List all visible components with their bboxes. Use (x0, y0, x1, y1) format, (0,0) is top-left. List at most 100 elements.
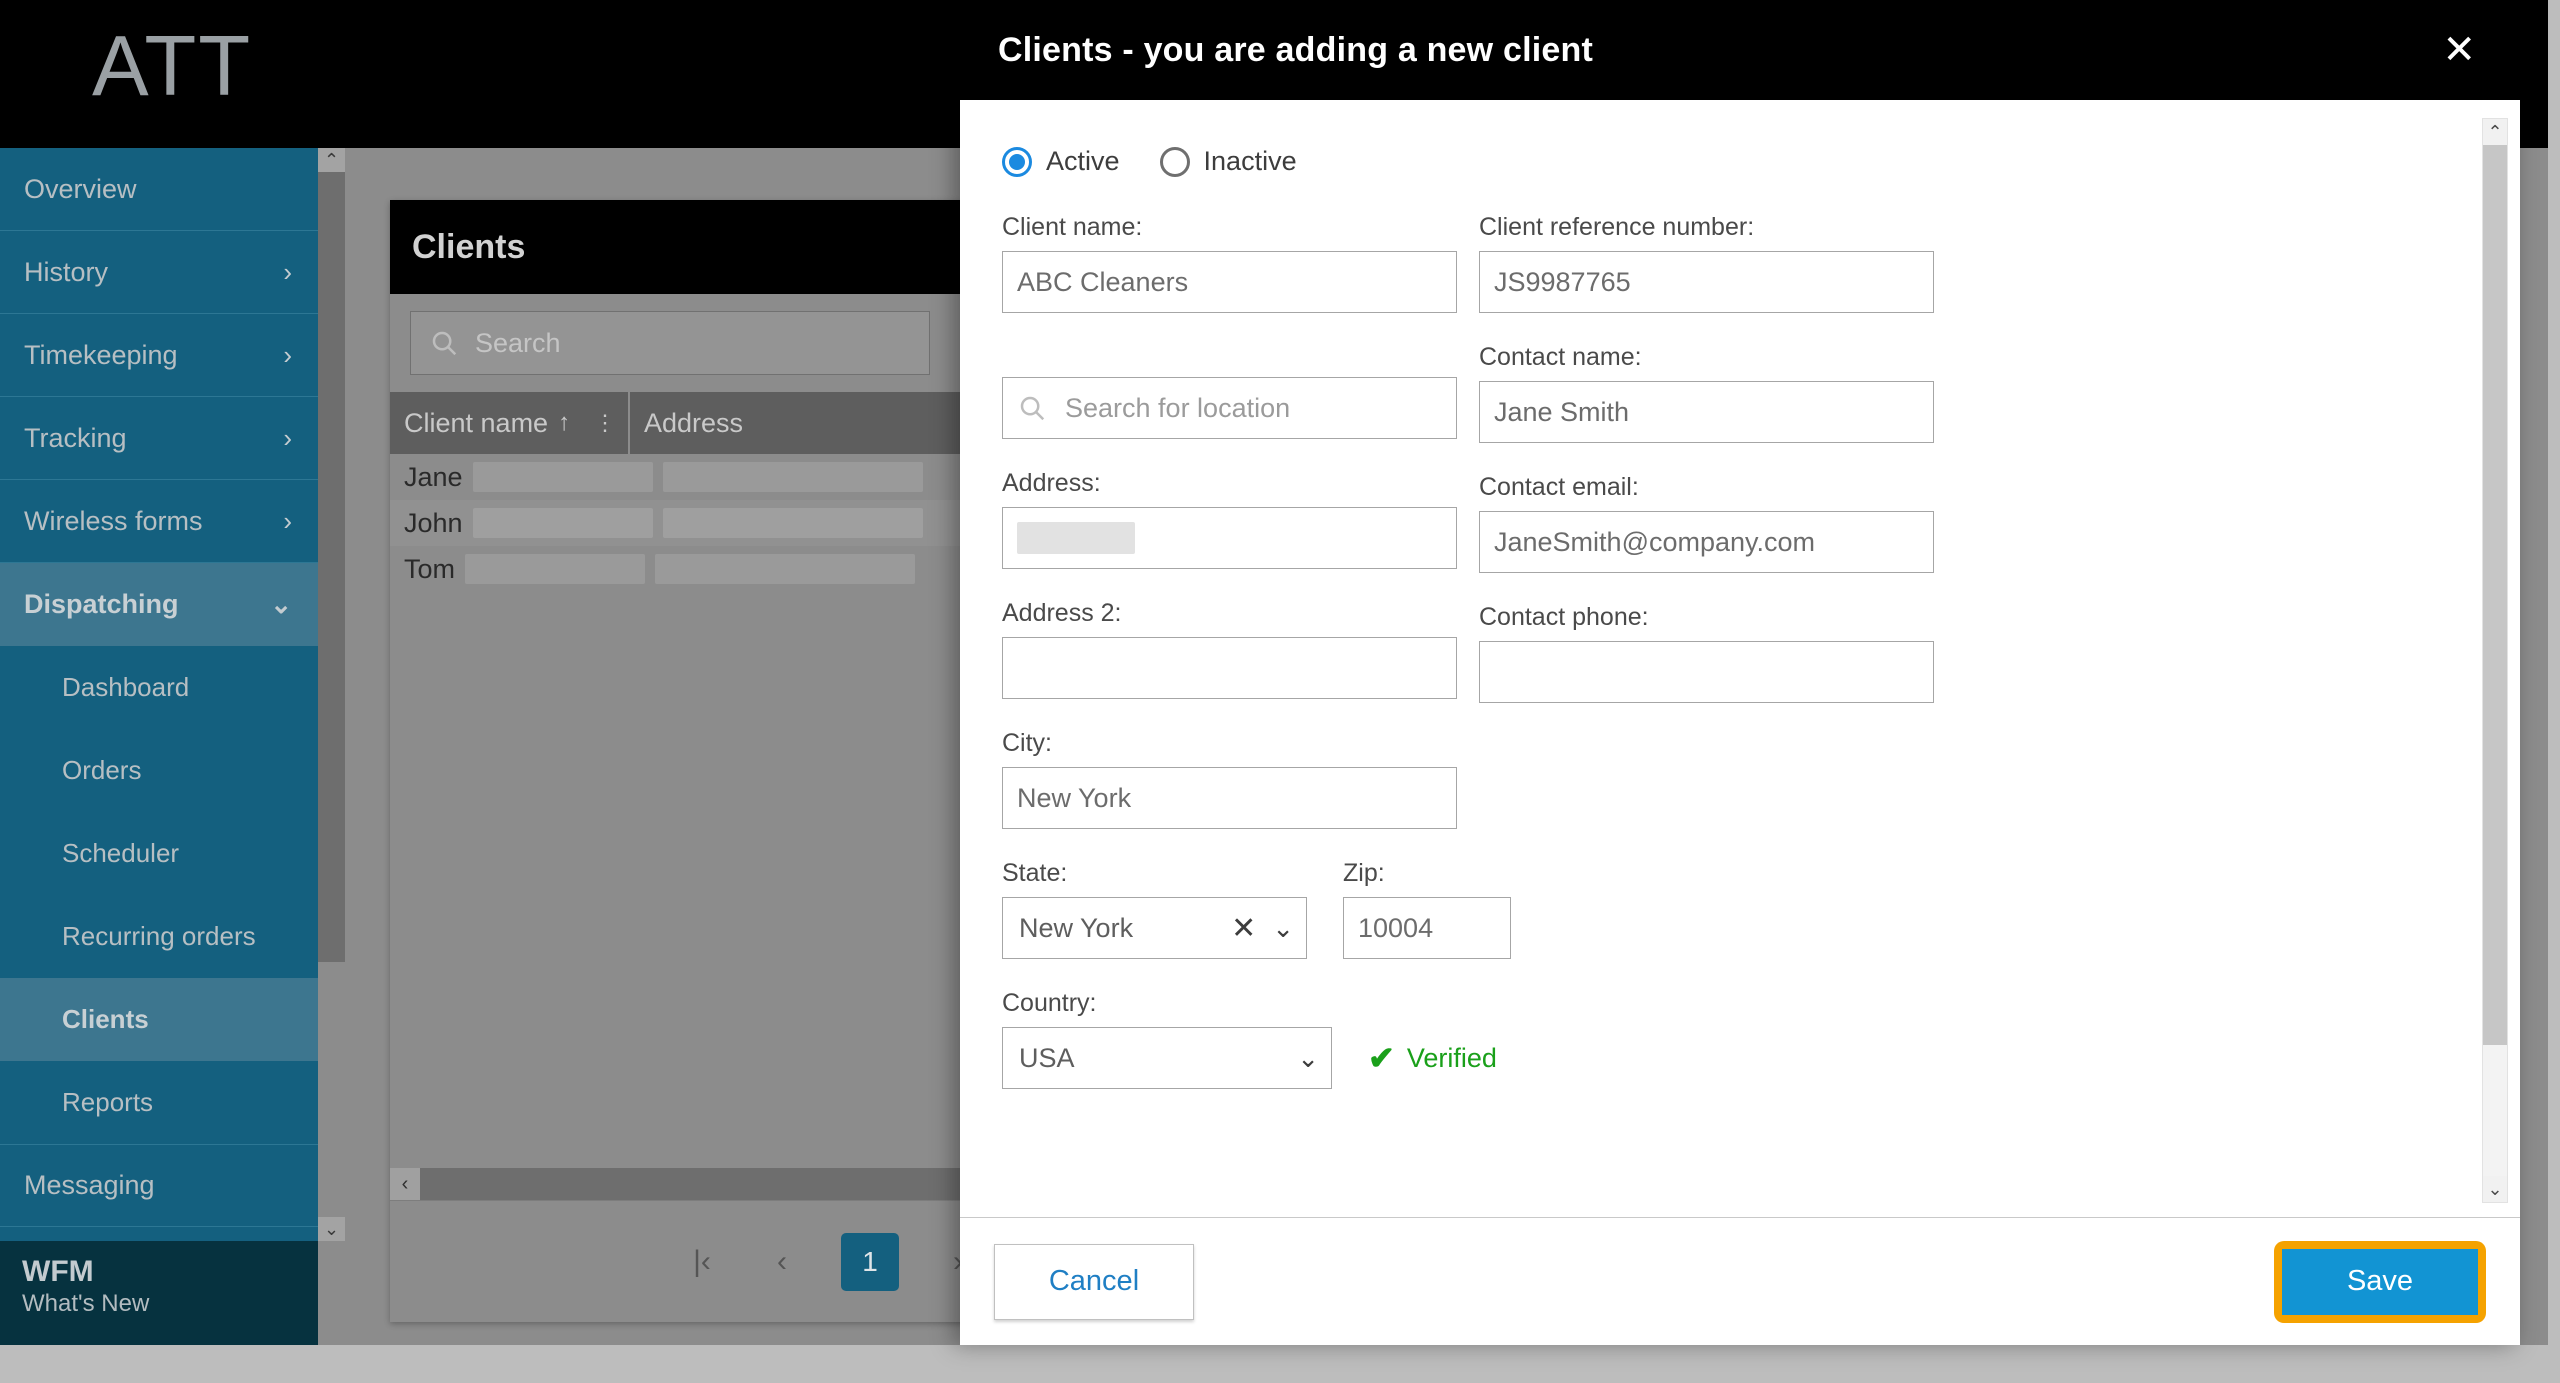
city-value: New York (1017, 782, 1132, 813)
sidebar-item-reports[interactable]: Reports (0, 1061, 318, 1144)
label-address2: Address 2: (1002, 599, 1122, 627)
contact-name-input[interactable]: Jane Smith (1479, 381, 1934, 443)
field-address2: Address 2: (1002, 599, 1457, 699)
address2-input[interactable] (1002, 637, 1457, 699)
sidebar-item-clients[interactable]: Clients (0, 978, 318, 1061)
chevron-right-icon: › (283, 422, 292, 453)
sidebar-item-history[interactable]: History › (0, 231, 318, 314)
sidebar-item-wireless-forms[interactable]: Wireless forms › (0, 480, 318, 563)
form-column-left: Client name: ABC Cleaners Search for loc… (1002, 213, 1511, 1119)
label-country: Country: (1002, 989, 1097, 1017)
contact-name-value: Jane Smith (1494, 396, 1630, 427)
sidebar-item-recurring-orders[interactable]: Recurring orders (0, 895, 318, 978)
radio-unselected-icon (1159, 146, 1190, 177)
wfm-subtitle: What's New (22, 1290, 150, 1317)
label-client-name: Client name: (1002, 213, 1143, 241)
form-grid: Client name: ABC Cleaners Search for loc… (1002, 213, 2458, 1119)
field-city: City: New York (1002, 729, 1457, 829)
country-value: USA (1019, 1042, 1075, 1073)
contact-email-input[interactable]: JaneSmith@company.com (1479, 511, 1934, 573)
modal-vertical-scrollbar[interactable]: ⌃ ⌄ (2482, 118, 2508, 1203)
pagination-first-button[interactable]: |‹ (681, 1245, 723, 1279)
redacted-cell (662, 462, 923, 492)
add-client-modal: Clients - you are adding a new client ✕ … (960, 0, 2520, 1345)
column-menu-icon[interactable]: ⋮ (594, 412, 616, 434)
modal-scrollbar-thumb[interactable] (2483, 145, 2507, 1045)
field-address: Address: (1002, 469, 1457, 569)
label-city: City: (1002, 729, 1052, 757)
redacted-cell (472, 508, 653, 538)
column-header-client-name[interactable]: Client name ↑ ⋮ (390, 392, 630, 454)
pagination-page-1[interactable]: 1 (841, 1232, 899, 1291)
chevron-down-icon[interactable]: ⌄ (1266, 913, 1294, 944)
client-name-input[interactable]: ABC Cleaners (1002, 251, 1457, 313)
search-icon (1017, 393, 1047, 423)
country-verified-row: Country: USA ⌄ ✔ Verified (1002, 989, 1497, 1119)
sidebar-item-label: Messaging (24, 1170, 155, 1200)
redacted-cell (465, 554, 646, 584)
cell-client-name: Jane (404, 461, 463, 492)
location-search-input[interactable]: Search for location (1002, 377, 1457, 439)
scroll-down-icon[interactable]: ⌄ (2483, 1176, 2507, 1202)
sidebar-subitem-label: Clients (62, 1004, 149, 1034)
wfm-whats-new-panel[interactable]: WFM What's New (0, 1241, 318, 1345)
state-value: New York (1019, 912, 1134, 943)
sidebar-item-timekeeping[interactable]: Timekeeping › (0, 314, 318, 397)
radio-inactive[interactable]: Inactive (1159, 146, 1297, 177)
sidebar-item-label: Overview (24, 173, 137, 204)
sidebar-item-scheduler[interactable]: Scheduler (0, 812, 318, 895)
sidebar-subitem-label: Dashboard (62, 672, 190, 702)
scroll-up-icon[interactable]: ⌃ (318, 148, 345, 172)
radio-selected-icon (1002, 146, 1032, 177)
scroll-left-icon[interactable]: ‹ (390, 1168, 420, 1200)
field-contact-email: Contact email: JaneSmith@company.com (1479, 473, 1934, 573)
scroll-down-icon[interactable]: ⌄ (318, 1217, 345, 1241)
address-input[interactable] (1002, 507, 1457, 569)
client-reference-number-input[interactable]: JS9987765 (1479, 251, 1934, 313)
modal-footer: Cancel Save (960, 1217, 2520, 1345)
cancel-button[interactable]: Cancel (994, 1243, 1194, 1320)
city-input[interactable]: New York (1002, 767, 1457, 829)
client-reference-number-value: JS9987765 (1494, 266, 1631, 297)
close-icon[interactable]: ✕ (2428, 24, 2490, 76)
redacted-address-value (1017, 522, 1135, 554)
sidebar-item-label: Dispatching (24, 589, 179, 619)
location-search-placeholder: Search for location (1065, 392, 1291, 423)
field-client-reference-number: Client reference number: JS9987765 (1479, 213, 1934, 313)
sidebar-item-orders[interactable]: Orders (0, 729, 318, 812)
field-country: Country: USA ⌄ (1002, 989, 1332, 1089)
cell-client-name: John (404, 507, 463, 538)
sidebar-item-overview[interactable]: Overview (0, 148, 318, 231)
sidebar-item-messaging[interactable]: Messaging (0, 1144, 318, 1227)
sidebar-item-tracking[interactable]: Tracking › (0, 397, 318, 480)
contact-phone-input[interactable] (1479, 641, 1934, 703)
pagination-prev-button[interactable]: ‹ (761, 1245, 803, 1279)
radio-active[interactable]: Active (1002, 146, 1120, 177)
field-client-name: Client name: ABC Cleaners (1002, 213, 1457, 313)
cell-client-name: Tom (404, 553, 456, 584)
redacted-cell (662, 508, 923, 538)
column-label: Client name (404, 407, 549, 438)
sidebar-item-dashboard[interactable]: Dashboard (0, 646, 318, 729)
chevron-down-icon[interactable]: ⌄ (1291, 1043, 1319, 1074)
label-address: Address: (1002, 469, 1101, 497)
sidebar-subitem-label: Orders (62, 755, 142, 785)
sidebar-scrollbar-thumb[interactable] (318, 172, 345, 962)
country-select[interactable]: USA ⌄ (1002, 1027, 1332, 1089)
clients-search-placeholder: Search (475, 327, 561, 358)
label-contact-name: Contact name: (1479, 343, 1642, 371)
sidebar-scrollbar[interactable]: ⌃ ⌄ (318, 148, 345, 1241)
radio-inactive-label: Inactive (1203, 146, 1297, 176)
clients-search-input[interactable]: Search (410, 311, 930, 375)
sidebar-item-dispatching[interactable]: Dispatching ⌄ (0, 563, 318, 646)
field-contact-phone: Contact phone: (1479, 603, 1934, 703)
save-button[interactable]: Save (2282, 1248, 2478, 1315)
search-icon (429, 328, 459, 358)
sidebar-item-label: Wireless forms (24, 505, 203, 536)
scroll-up-icon[interactable]: ⌃ (2483, 119, 2507, 145)
modal-body: Active Inactive Client name: ABC Cleaner… (960, 100, 2520, 1217)
clear-icon[interactable]: ✕ (1221, 911, 1266, 946)
contact-email-value: JaneSmith@company.com (1494, 526, 1816, 557)
redacted-cell (472, 462, 653, 492)
state-select[interactable]: New York ✕ ⌄ (1002, 897, 1307, 959)
